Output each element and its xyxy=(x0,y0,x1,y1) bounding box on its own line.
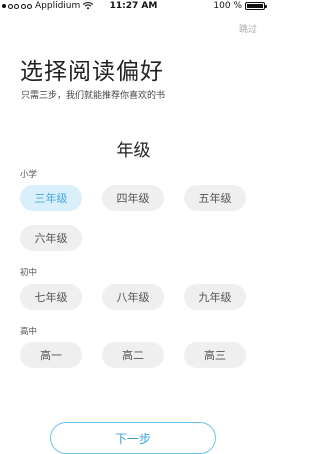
skip-button[interactable]: 跳过 xyxy=(239,22,257,35)
grade-chip[interactable]: 六年级 xyxy=(20,225,82,251)
section-heading-grade: 年级 xyxy=(116,141,151,161)
page-title: 选择阅读偏好 xyxy=(20,59,164,85)
grade-chip[interactable]: 五年级 xyxy=(184,185,246,211)
battery-percent: 100 % xyxy=(213,1,242,11)
grade-chip[interactable]: 高一 xyxy=(20,342,82,368)
grade-chip[interactable]: 八年级 xyxy=(102,284,164,310)
grade-chip[interactable]: 高三 xyxy=(184,342,246,368)
grade-chip[interactable]: 三年级 xyxy=(20,185,82,211)
battery-icon xyxy=(245,2,267,10)
status-bar: Applidium 11:27 AM 100 % xyxy=(0,0,267,12)
group-label-primary: 小学 xyxy=(20,170,38,180)
grade-chip[interactable]: 高二 xyxy=(102,342,164,368)
next-step-button[interactable]: 下一步 xyxy=(50,422,216,454)
battery-fill xyxy=(247,4,263,8)
group-label-middle: 初中 xyxy=(20,268,38,278)
group-label-high: 高中 xyxy=(20,327,38,337)
page-subtitle: 只需三步，我们就能推荐你喜欢的书 xyxy=(21,91,166,101)
grade-chip[interactable]: 四年级 xyxy=(102,185,164,211)
grade-chip[interactable]: 七年级 xyxy=(20,284,82,310)
status-right: 100 % xyxy=(213,0,267,12)
grade-chip[interactable]: 九年级 xyxy=(184,284,246,310)
